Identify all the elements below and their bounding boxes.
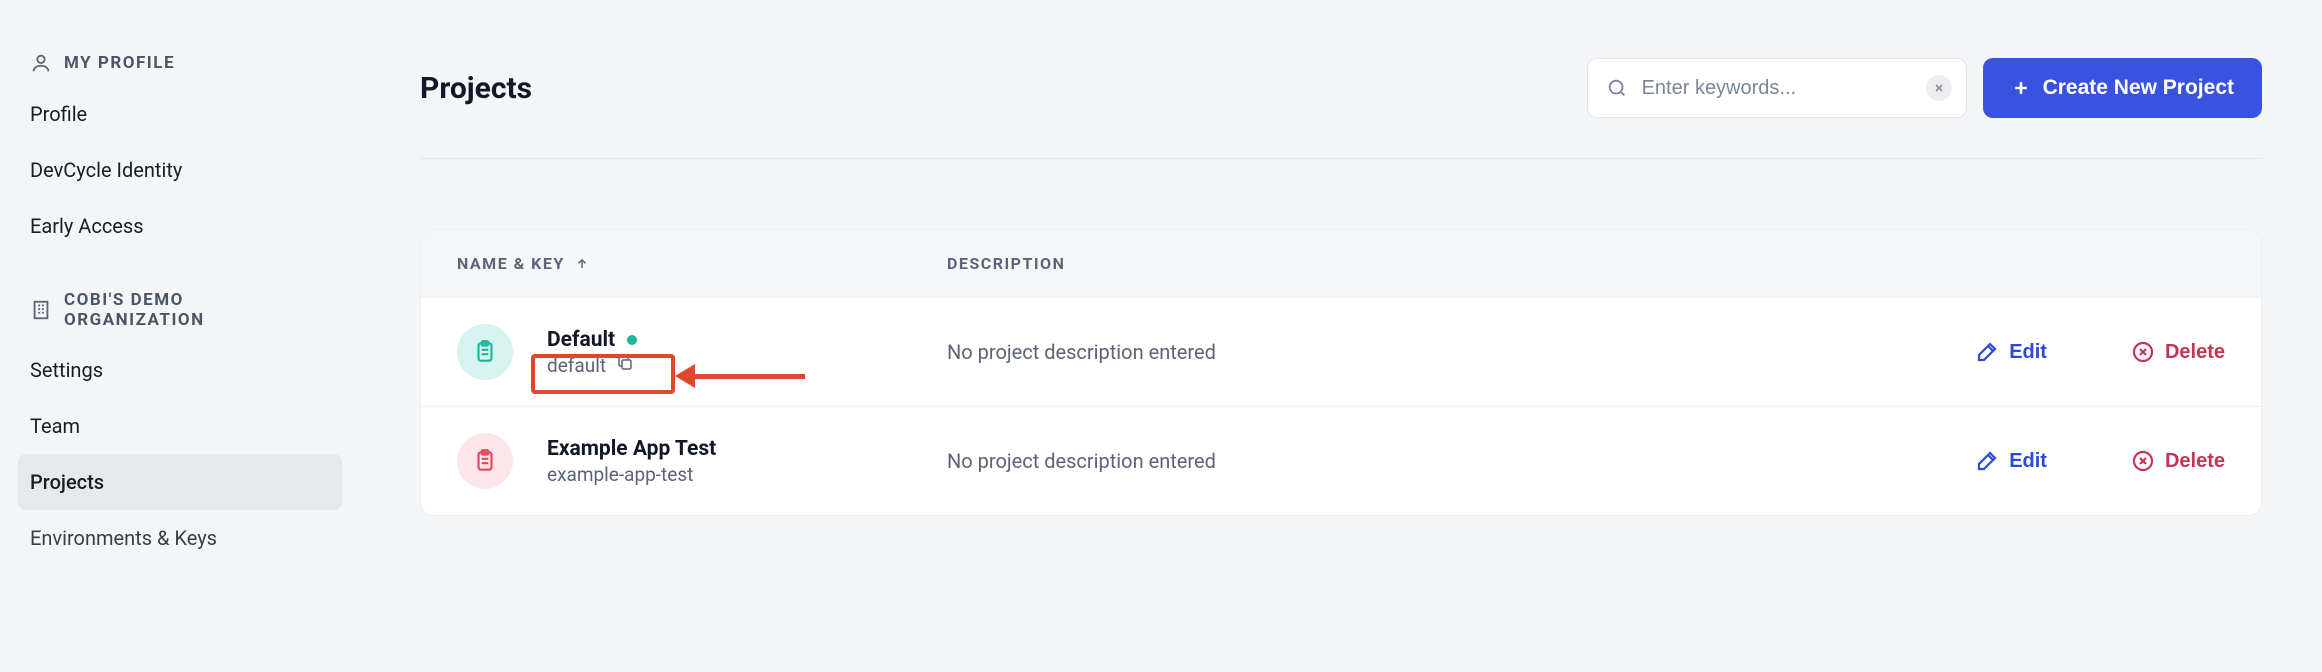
project-key: example-app-test: [547, 463, 693, 486]
delete-button[interactable]: Delete: [2131, 449, 2225, 473]
project-icon: [457, 324, 513, 380]
copy-key-button[interactable]: [616, 354, 634, 377]
delete-label: Delete: [2165, 450, 2225, 473]
annotation-arrow: [675, 364, 805, 388]
search-input[interactable]: [1642, 77, 1912, 100]
sidebar-item-devcycle-identity[interactable]: DevCycle Identity: [18, 142, 342, 198]
col-header-name-label: NAME & KEY: [457, 254, 565, 273]
plus-icon: [2011, 78, 2031, 98]
project-name: Default: [547, 328, 615, 352]
row-name-cell: Example App Test example-app-test: [457, 433, 947, 489]
project-key: default: [547, 354, 606, 377]
project-icon: [457, 433, 513, 489]
edit-button[interactable]: Edit: [1975, 340, 2047, 364]
search-field[interactable]: [1587, 58, 1967, 118]
copy-icon: [616, 354, 634, 372]
col-header-name[interactable]: NAME & KEY: [457, 254, 947, 273]
project-description: No project description entered: [947, 340, 1825, 364]
search-icon: [1606, 77, 1628, 99]
sidebar-item-settings[interactable]: Settings: [18, 342, 342, 398]
sidebar-item-profile[interactable]: Profile: [18, 86, 342, 142]
row-name-cell: Default default: [457, 324, 947, 380]
sidebar-header-profile-label: MY PROFILE: [64, 53, 175, 73]
projects-table: NAME & KEY DESCRIPTION Default: [420, 229, 2262, 516]
building-icon: [30, 299, 52, 321]
sidebar-item-early-access[interactable]: Early Access: [18, 198, 342, 254]
sidebar-header-profile: MY PROFILE: [18, 40, 342, 86]
create-project-button[interactable]: Create New Project: [1983, 58, 2262, 118]
header-actions: Create New Project: [1587, 58, 2262, 118]
sidebar: MY PROFILE Profile DevCycle Identity Ear…: [0, 0, 360, 672]
search-clear-button[interactable]: [1926, 75, 1952, 101]
table-header: NAME & KEY DESCRIPTION: [421, 230, 2261, 297]
edit-label: Edit: [2009, 450, 2047, 473]
page-header: Projects Create New Project: [420, 58, 2262, 159]
project-name: Example App Test: [547, 437, 716, 461]
edit-button[interactable]: Edit: [1975, 449, 2047, 473]
edit-label: Edit: [2009, 341, 2047, 364]
user-icon: [30, 52, 52, 74]
sidebar-header-org: COBI'S DEMO ORGANIZATION: [18, 278, 342, 342]
delete-label: Delete: [2165, 341, 2225, 364]
clipboard-icon: [472, 339, 498, 365]
status-dot-icon: [627, 335, 637, 345]
main-content: Projects Create New Project NAME &: [360, 0, 2322, 672]
sidebar-item-projects[interactable]: Projects: [18, 454, 342, 510]
col-header-description: DESCRIPTION: [947, 254, 1825, 273]
delete-button[interactable]: Delete: [2131, 340, 2225, 364]
project-description: No project description entered: [947, 449, 1825, 473]
edit-icon: [1975, 340, 1999, 364]
table-row[interactable]: Default default: [421, 297, 2261, 406]
sidebar-item-environments-keys[interactable]: Environments & Keys: [18, 510, 342, 566]
delete-icon: [2131, 449, 2155, 473]
create-project-label: Create New Project: [2043, 76, 2234, 100]
delete-icon: [2131, 340, 2155, 364]
table-row[interactable]: Example App Test example-app-test No pro…: [421, 406, 2261, 515]
sidebar-header-org-label: COBI'S DEMO ORGANIZATION: [64, 290, 330, 330]
sort-asc-icon: [575, 257, 589, 271]
clipboard-icon: [472, 448, 498, 474]
close-icon: [1933, 82, 1945, 94]
page-title: Projects: [420, 71, 532, 106]
edit-icon: [1975, 449, 1999, 473]
sidebar-item-team[interactable]: Team: [18, 398, 342, 454]
